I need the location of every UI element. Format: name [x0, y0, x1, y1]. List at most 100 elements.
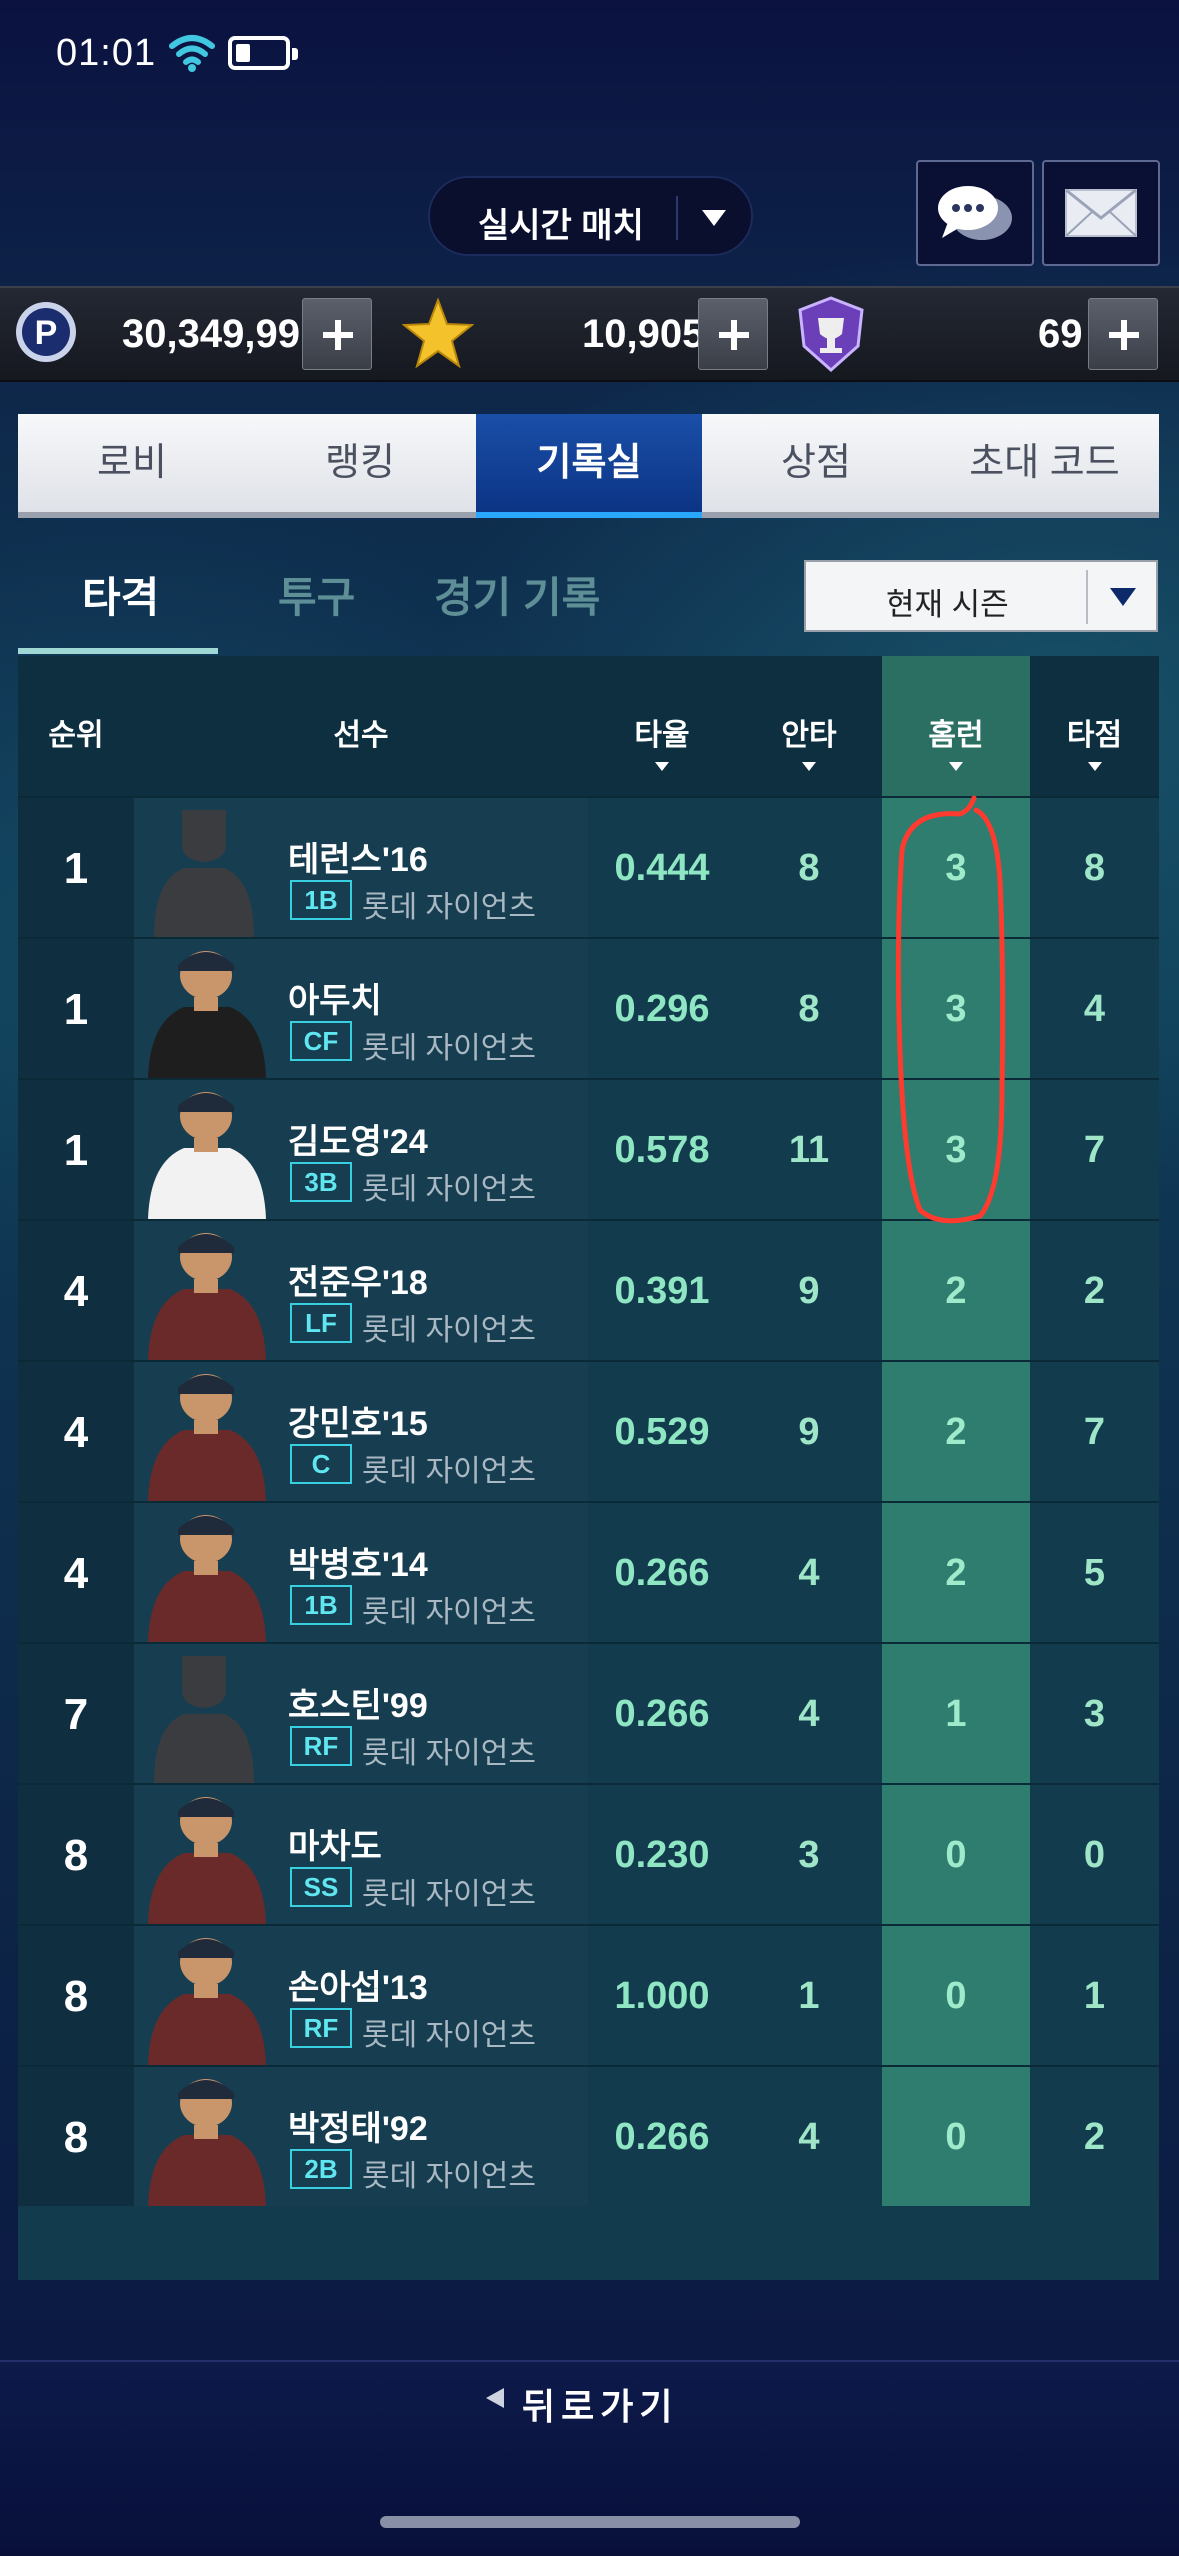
- rbi-value: 0: [1083, 1834, 1106, 1876]
- subtab-batting[interactable]: 타격: [82, 564, 159, 625]
- hits-value: 9: [798, 1270, 820, 1312]
- home-indicator[interactable]: [380, 2516, 800, 2528]
- batting-average: 1.000: [614, 1975, 710, 2017]
- hits-value: 4: [798, 1693, 820, 1735]
- player-name: 테런스'16: [288, 841, 428, 879]
- subtab-active-indicator: [18, 648, 218, 654]
- hits-value: 11: [788, 1129, 830, 1171]
- tab-lobby[interactable]: 로비: [18, 414, 246, 512]
- back-arrow-icon: [486, 2388, 504, 2408]
- player-portrait-icon: [148, 1797, 266, 1924]
- team-name: 롯데 자이언츠: [362, 1878, 536, 1911]
- table-row[interactable]: 8 박정태'92 2B 롯데 자이언츠 0.266 4 0 2: [18, 2065, 1159, 2206]
- rank-value: 8: [63, 1972, 89, 2021]
- homeruns-value: 2: [945, 1270, 967, 1312]
- chevron-down-icon: [1110, 588, 1136, 606]
- rank-value: 4: [63, 1267, 89, 1316]
- rbi-value: 4: [1083, 988, 1106, 1030]
- hits-value: 8: [798, 988, 820, 1030]
- table-row[interactable]: 4 강민호'15 C 롯데 자이언츠 0.529 9 2 7: [18, 1360, 1159, 1501]
- currency-bar: P 30,349,991 10,905 69: [0, 286, 1179, 382]
- header-rbi-label: 타점: [1066, 719, 1123, 752]
- subtab-pitching[interactable]: 투구: [278, 564, 355, 625]
- sort-caret-icon: [949, 762, 963, 771]
- position-badge: SS: [290, 1867, 352, 1907]
- match-mode-dropdown[interactable]: 실시간 매치: [428, 176, 753, 256]
- player-portrait-icon: [148, 1515, 266, 1642]
- player-portrait-icon: [148, 1938, 266, 2065]
- homeruns-value: 0: [945, 1834, 967, 1876]
- player-name: 박병호'14: [288, 1546, 428, 1584]
- rank-value: 4: [63, 1549, 89, 1598]
- sort-caret-icon: [655, 762, 669, 771]
- player-portrait-icon: [148, 1092, 266, 1219]
- player-portrait-icon: [148, 1233, 266, 1360]
- back-button[interactable]: 뒤로가기: [480, 2376, 700, 2436]
- header-rbi[interactable]: 타점: [1030, 656, 1159, 796]
- rank-value: 1: [63, 1126, 89, 1175]
- chat-button[interactable]: [916, 160, 1034, 266]
- red-annotation-loop: [895, 795, 1006, 1224]
- add-points-button[interactable]: [302, 298, 372, 370]
- team-name: 롯데 자이언츠: [362, 1596, 536, 1629]
- position-badge: 3B: [290, 1162, 352, 1202]
- stars-value: 10,905: [582, 312, 705, 356]
- mail-button[interactable]: [1042, 160, 1160, 266]
- table-row[interactable]: 7 호스틴'99 RF 롯데 자이언츠 0.266 4 1 3: [18, 1642, 1159, 1783]
- homeruns-value: 2: [945, 1411, 967, 1453]
- rbi-value: 7: [1083, 1411, 1106, 1453]
- wifi-icon: [169, 35, 215, 72]
- hits-value: 4: [798, 2116, 820, 2158]
- chevron-down-icon: [702, 210, 726, 226]
- batting-average: 0.266: [614, 1693, 710, 1735]
- back-button-label: 뒤로가기: [522, 2386, 679, 2427]
- rank-value: 8: [63, 1831, 89, 1880]
- player-name: 호스틴'99: [288, 1687, 428, 1725]
- sort-caret-icon: [802, 762, 816, 771]
- header-homeruns[interactable]: 홈런: [882, 656, 1030, 796]
- player-portrait-icon: [148, 951, 266, 1078]
- rbi-value: 3: [1083, 1693, 1106, 1735]
- sort-caret-icon: [1087, 762, 1102, 771]
- hits-value: 9: [798, 1411, 820, 1453]
- chat-icon: [938, 186, 1012, 240]
- table-row[interactable]: 8 마차도 SS 롯데 자이언츠 0.230 3 0 0: [18, 1783, 1159, 1924]
- batting-average: 0.391: [614, 1270, 710, 1312]
- tab-ranking[interactable]: 랭킹: [246, 414, 474, 512]
- rbi-value: 1: [1083, 1975, 1106, 2017]
- team-name: 롯데 자이언츠: [362, 1455, 536, 1488]
- rbi-value: 2: [1083, 1270, 1106, 1312]
- team-name: 롯데 자이언츠: [362, 1173, 536, 1206]
- table-row[interactable]: 4 전준우'18 LF 롯데 자이언츠 0.391 9 2 2: [18, 1219, 1159, 1360]
- tab-shop[interactable]: 상점: [702, 414, 930, 512]
- batting-average: 0.266: [614, 2116, 710, 2158]
- rank-value: 8: [63, 2113, 89, 2162]
- mail-icon: [1065, 188, 1137, 237]
- star-icon: [402, 298, 474, 368]
- subtab-game-records[interactable]: 경기 기록: [434, 564, 600, 625]
- header-hits[interactable]: 안타: [736, 656, 882, 796]
- team-name: 롯데 자이언츠: [362, 1314, 536, 1347]
- header-rank: 순위: [48, 719, 104, 752]
- player-name: 손아섭'13: [288, 1969, 428, 2007]
- hits-value: 3: [798, 1834, 820, 1876]
- player-silhouette-icon: [154, 810, 254, 937]
- tab-invite-code[interactable]: 초대 코드: [930, 414, 1159, 512]
- points-value: 30,349,991: [122, 312, 323, 356]
- table-row[interactable]: 8 손아섭'13 RF 롯데 자이언츠 1.000 1 0 1: [18, 1924, 1159, 2065]
- tab-records[interactable]: 기록실: [476, 414, 702, 518]
- team-name: 롯데 자이언츠: [362, 891, 536, 924]
- header-avg[interactable]: 타율: [588, 656, 736, 796]
- season-dropdown[interactable]: 현재 시즌: [804, 560, 1158, 632]
- homeruns-value: 2: [945, 1552, 967, 1594]
- player-name: 박정태'92: [288, 2110, 428, 2148]
- add-stars-button[interactable]: [698, 298, 768, 370]
- add-trophy-button[interactable]: [1088, 298, 1158, 370]
- position-badge: 2B: [290, 2149, 352, 2189]
- position-badge: LF: [290, 1303, 352, 1343]
- battery-icon: [228, 36, 298, 70]
- trophy-badge-icon: [798, 296, 864, 372]
- table-row[interactable]: 4 박병호'14 1B 롯데 자이언츠 0.266 4 2 5: [18, 1501, 1159, 1642]
- position-badge: 1B: [290, 880, 352, 920]
- batting-average: 0.578: [614, 1129, 710, 1171]
